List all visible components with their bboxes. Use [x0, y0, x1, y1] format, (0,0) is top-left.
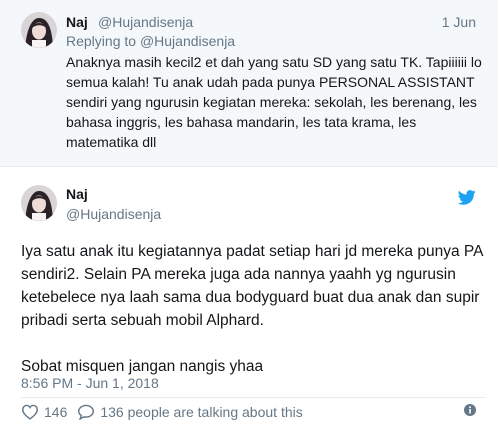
reply-author-handle[interactable]: @Hujandisenja [98, 14, 193, 30]
like-button[interactable]: 146 [21, 404, 67, 420]
info-icon[interactable] [464, 404, 476, 416]
tweet-paragraph: Iya satu anak itu kegiatannya padat seti… [21, 243, 483, 329]
reply-author-name[interactable]: Naj [66, 14, 88, 30]
tweet-timestamp[interactable]: 8:56 PM - Jun 1, 2018 [21, 375, 159, 391]
tweet-actions: 146 136 people are talking about this [21, 402, 313, 422]
talking-count: 136 people are talking about this [100, 404, 303, 420]
replying-to-prefix: Replying to [66, 33, 140, 49]
comment-icon [78, 404, 95, 420]
tweet-author-name[interactable]: Naj [66, 186, 88, 202]
like-count: 146 [44, 404, 68, 420]
replying-to-mention[interactable]: @Hujandisenja [140, 33, 235, 49]
tweet-author-handle[interactable]: @Hujandisenja [66, 206, 161, 222]
tweet-text: Iya satu anak itu kegiatannya padat seti… [21, 240, 486, 378]
avatar[interactable] [21, 185, 57, 221]
parent-tweet[interactable]: Naj @Hujandisenja 1 Jun Replying to @Huj… [0, 0, 498, 167]
talking-link[interactable]: 136 people are talking about this [77, 404, 303, 420]
avatar[interactable] [21, 12, 57, 48]
twitter-bird-icon[interactable] [458, 190, 476, 205]
reply-date[interactable]: 1 Jun [442, 14, 476, 30]
replying-to-line: Replying to @Hujandisenja [66, 33, 235, 49]
heart-icon [21, 404, 39, 420]
divider [21, 397, 486, 398]
reply-text: Anaknya masih kecil2 et dah yang satu SD… [66, 54, 482, 150]
